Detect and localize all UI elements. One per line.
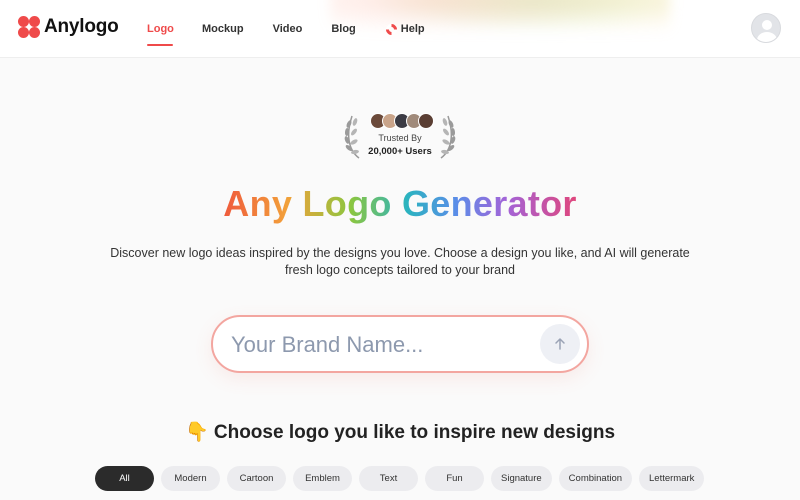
- nav-item-blog[interactable]: Blog: [331, 0, 356, 57]
- filter-chip-signature[interactable]: Signature: [491, 466, 552, 491]
- page-title: Any Logo Generator: [0, 183, 800, 225]
- filter-chip-emblem[interactable]: Emblem: [293, 466, 352, 491]
- nav-item-label: Blog: [331, 23, 356, 35]
- filter-chip-modern[interactable]: Modern: [161, 466, 220, 491]
- user-faces: [370, 113, 434, 129]
- face-avatar: [418, 113, 434, 129]
- nav-item-mockup[interactable]: Mockup: [202, 0, 244, 57]
- avatar-head-shape: [762, 20, 772, 30]
- brand-search-box: [211, 315, 589, 373]
- nav-item-logo[interactable]: Logo: [147, 0, 174, 57]
- trusted-badge: Trusted By 20,000+ Users: [340, 110, 460, 162]
- filter-chip-text[interactable]: Text: [359, 466, 418, 491]
- user-avatar[interactable]: [751, 13, 781, 43]
- lifebuoy-icon: [383, 21, 400, 37]
- nav-item-label: Mockup: [202, 23, 244, 35]
- filter-chip-fun[interactable]: Fun: [425, 466, 484, 491]
- nav-item-label: Help: [400, 23, 425, 35]
- avatar-body-shape: [757, 32, 777, 42]
- nav-item-help[interactable]: Help: [383, 0, 425, 57]
- arrow-up-icon: [555, 338, 565, 350]
- laurel-right-icon: [440, 115, 456, 159]
- section-title: 👇 Choose logo you like to inspire new de…: [184, 422, 616, 443]
- logo-mark-icon: [18, 16, 40, 38]
- filter-chip-cartoon[interactable]: Cartoon: [227, 466, 286, 491]
- nav-item-label: Logo: [147, 23, 174, 35]
- filter-chip-combination[interactable]: Combination: [558, 466, 633, 491]
- submit-button[interactable]: [540, 324, 580, 364]
- main-nav: Logo Mockup Video Blog Help: [147, 0, 425, 57]
- brand-name-input[interactable]: [231, 329, 531, 361]
- style-filter-bar: All Modern Cartoon Emblem Text Fun Signa…: [95, 466, 705, 491]
- nav-item-label: Video: [272, 23, 303, 35]
- filter-chip-all[interactable]: All: [95, 466, 154, 491]
- brand-name: Anylogo: [44, 16, 119, 37]
- top-header: Anylogo Logo Mockup Video Blog Help: [0, 0, 800, 58]
- page-subtitle: Discover new logo ideas inspired by the …: [110, 246, 690, 277]
- nav-item-video[interactable]: Video: [272, 0, 303, 57]
- filter-chip-lettermark[interactable]: Lettermark: [639, 466, 705, 491]
- brand-logo[interactable]: Anylogo: [18, 16, 119, 38]
- page-title-text: Any Logo Generator: [223, 183, 577, 224]
